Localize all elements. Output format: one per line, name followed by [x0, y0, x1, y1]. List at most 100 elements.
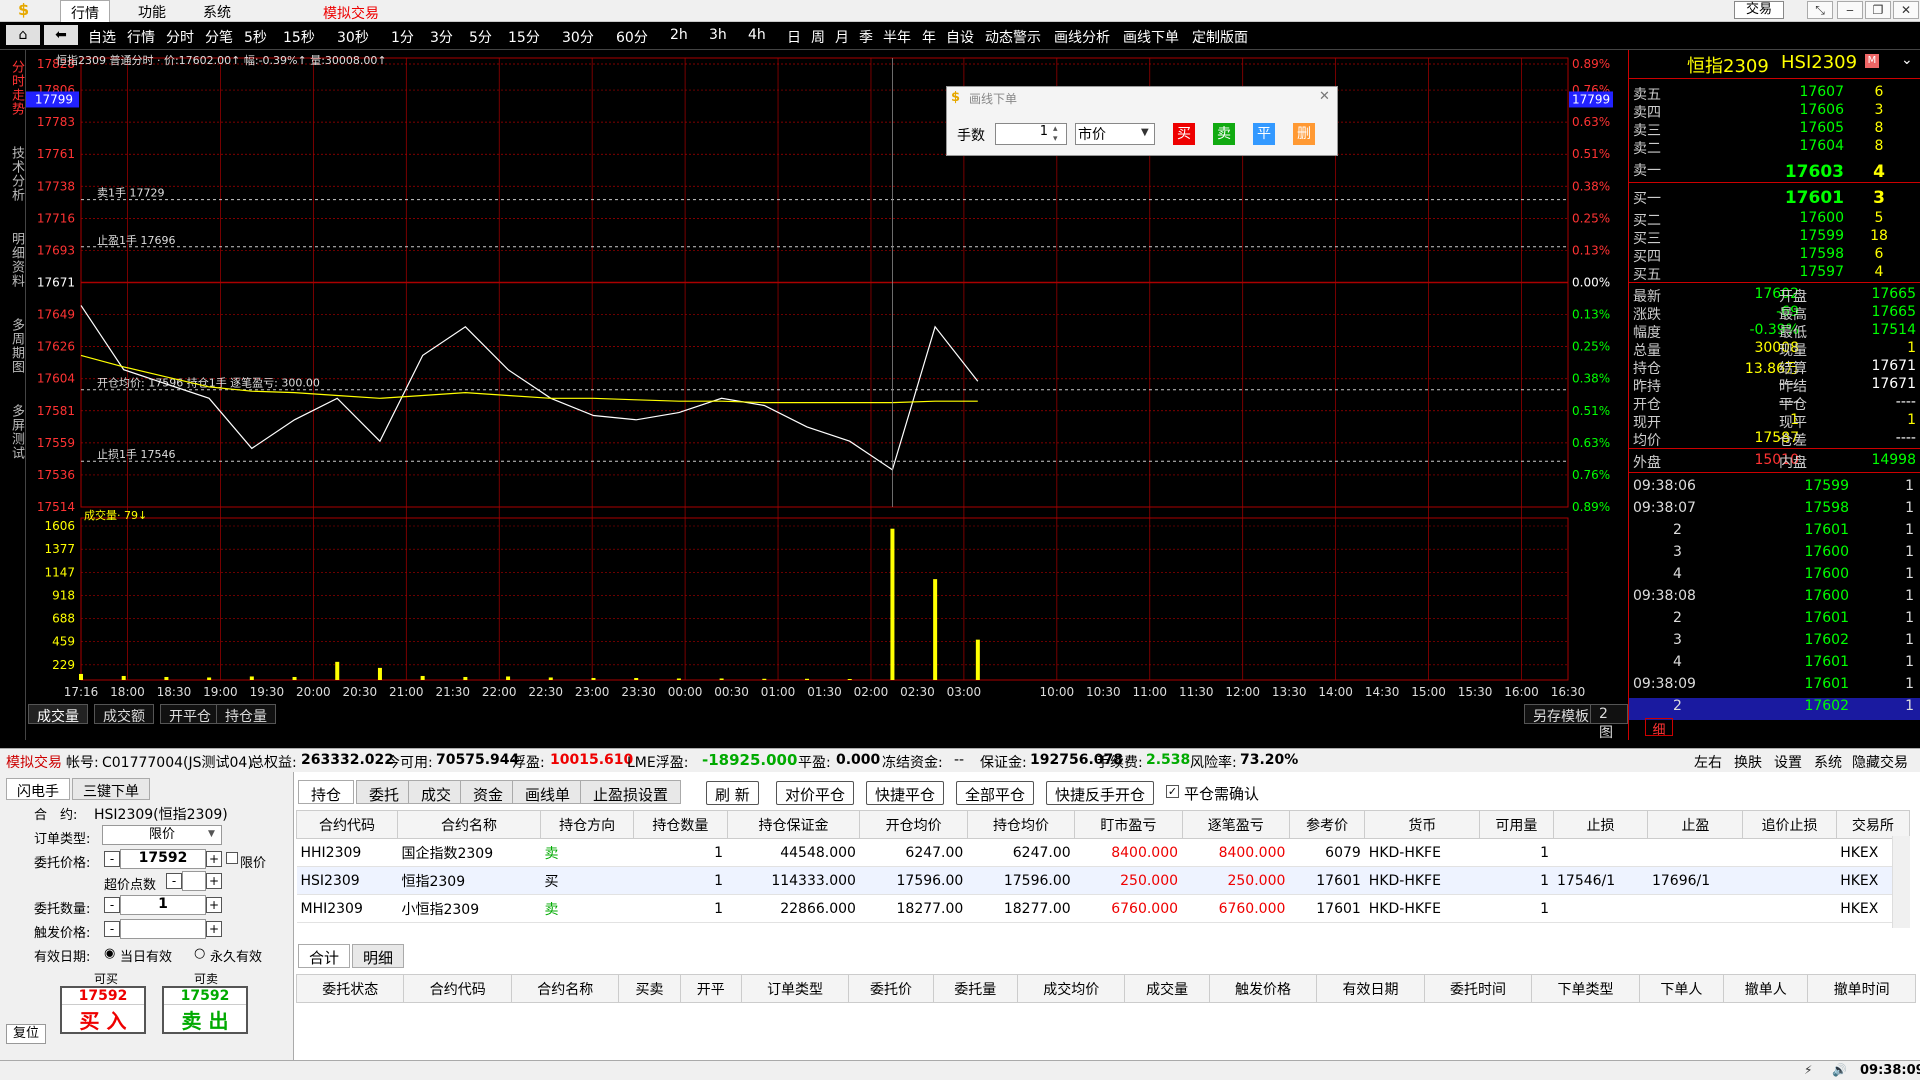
pos-col-header[interactable]: 可用量 [1479, 810, 1554, 839]
pos-col-header[interactable]: 持仓数量 [633, 810, 728, 839]
home-icon[interactable]: ⌂ [6, 25, 40, 45]
order-col-header[interactable]: 买卖 [618, 974, 681, 1003]
toolbar-item-0[interactable]: 自选 [88, 27, 116, 47]
tick-row[interactable]: 09:38:06 17599 1 [1629, 478, 1920, 500]
tick-row[interactable]: 3 17600 1 [1629, 544, 1920, 566]
tab-three-key-order[interactable]: 三键下单 [72, 778, 150, 800]
qty-minus-button[interactable]: - [104, 897, 120, 913]
bid-row[interactable]: 买二 17600 5 [1629, 210, 1920, 229]
dialog-delete-button[interactable]: 删 [1293, 123, 1315, 145]
timeshare-chart[interactable]: 17828 0.89% 17806 0.76% 17783 0.63% 17761 0.51%… [26, 50, 1628, 740]
close-icon[interactable]: ✕ [1893, 1, 1919, 19]
limit-checkbox[interactable] [226, 852, 238, 864]
pos-col-header[interactable]: 追价止损 [1742, 810, 1837, 839]
pos-col-header[interactable]: 持仓均价 [966, 810, 1076, 839]
tab-summary[interactable]: 合计 [298, 944, 351, 968]
toolbar-item-11[interactable]: 30分 [562, 27, 594, 47]
tick-row[interactable]: 2 17601 1 [1629, 610, 1920, 632]
detail-tab[interactable]: 细 [1645, 718, 1673, 738]
order-col-header[interactable]: 合约代码 [403, 974, 512, 1003]
expand-icon[interactable]: ⌄ [1901, 52, 1913, 68]
order-col-header[interactable]: 开平 [679, 974, 742, 1003]
bid-row[interactable]: 买一 17601 3 [1629, 188, 1920, 208]
maximize-icon[interactable]: ❐ [1865, 1, 1891, 19]
order-col-header[interactable]: 委托时间 [1423, 974, 1533, 1003]
order-col-header[interactable]: 下单类型 [1531, 974, 1640, 1003]
toolbar-item-7[interactable]: 1分 [391, 27, 414, 47]
over-points-input[interactable] [182, 871, 206, 891]
order-col-header[interactable]: 下单人 [1638, 974, 1725, 1003]
tab-detail[interactable]: 明细 [352, 944, 405, 968]
toolbar-item-25[interactable]: 画线下单 [1123, 27, 1179, 47]
order-col-header[interactable]: 委托价 [848, 974, 934, 1003]
trigger-plus-button[interactable]: + [206, 921, 222, 937]
back-arrow-icon[interactable]: ⬅ [44, 25, 78, 45]
toolbar-item-8[interactable]: 3分 [430, 27, 453, 47]
over-plus-button[interactable]: + [206, 873, 222, 889]
positions-scrollbar[interactable] [1892, 836, 1910, 928]
quick-reverse-button[interactable]: 快捷反手开仓 [1046, 781, 1155, 805]
trade-button[interactable]: 交易 [1734, 1, 1784, 19]
toolbar-item-17[interactable]: 周 [811, 27, 825, 47]
over-minus-button[interactable]: - [166, 873, 182, 889]
toolbar-item-15[interactable]: 4h [748, 27, 766, 43]
tick-row[interactable]: 09:38:08 17600 1 [1629, 588, 1920, 610]
skin-button[interactable]: 换肤 [1734, 752, 1762, 772]
menu-tab-functions[interactable]: 功能 [128, 0, 176, 22]
menu-tab-quotes[interactable]: 行情 [60, 0, 110, 22]
order-col-header[interactable]: 订单类型 [740, 974, 850, 1003]
tick-row[interactable]: 09:38:07 17598 1 [1629, 500, 1920, 522]
pos-col-header[interactable]: 合约名称 [396, 810, 541, 839]
restore-icon[interactable]: ⤡ [1807, 1, 1833, 19]
order-col-header[interactable]: 成交量 [1124, 974, 1210, 1003]
subtab-openinterest[interactable]: 持仓量 [216, 704, 276, 725]
dialog-buy-button[interactable]: 买 [1173, 123, 1195, 145]
toolbar-item-22[interactable]: 自设 [946, 27, 974, 47]
menu-tab-system[interactable]: 系统 [193, 0, 241, 22]
bid-row[interactable]: 买三 17599 18 [1629, 228, 1920, 247]
save-template-button[interactable]: 另存模板 [1524, 704, 1598, 725]
pos-col-header[interactable]: 开仓均价 [859, 810, 968, 839]
toolbar-item-23[interactable]: 动态警示 [985, 27, 1041, 47]
qty-form-input[interactable]: 1 [120, 895, 206, 915]
tick-row[interactable]: 2 17602 1 [1629, 698, 1920, 720]
toolbar-item-10[interactable]: 15分 [508, 27, 540, 47]
pos-col-header[interactable]: 持仓方向 [539, 810, 635, 839]
chart-canvas[interactable]: 17828 0.89%17806 0.76%17783 0.63%17761 0.51%… [26, 50, 1628, 740]
refresh-button[interactable]: 刷 新 [706, 781, 759, 805]
quick-close-button[interactable]: 快捷平仓 [866, 781, 945, 805]
subtab-volume[interactable]: 成交量 [28, 704, 88, 725]
order-col-header[interactable]: 撤单时间 [1807, 974, 1916, 1003]
tab-fills[interactable]: 成交 [408, 780, 465, 804]
dialog-sell-button[interactable]: 卖 [1213, 123, 1235, 145]
pos-col-header[interactable]: 交易所 [1835, 810, 1911, 839]
toolbar-item-6[interactable]: 30秒 [337, 27, 369, 47]
flag-icon[interactable]: M [1865, 54, 1879, 68]
tick-row[interactable]: 3 17602 1 [1629, 632, 1920, 654]
toolbar-item-9[interactable]: 5分 [469, 27, 492, 47]
order-col-header[interactable]: 委托量 [932, 974, 1018, 1003]
order-col-header[interactable]: 成交均价 [1016, 974, 1126, 1003]
toolbar-item-13[interactable]: 2h [670, 27, 688, 43]
order-col-header[interactable]: 撤单人 [1723, 974, 1809, 1003]
toolbar-item-24[interactable]: 画线分析 [1054, 27, 1110, 47]
close-all-button[interactable]: 全部平仓 [956, 781, 1035, 805]
trigger-minus-button[interactable]: - [104, 921, 120, 937]
radio-unchecked-icon[interactable]: ○ [194, 946, 205, 961]
counter-close-button[interactable]: 对价平仓 [776, 781, 855, 805]
price-minus-button[interactable]: - [104, 851, 120, 867]
dialog-close-icon[interactable]: ✕ [1319, 89, 1330, 104]
toolbar-item-21[interactable]: 年 [922, 27, 936, 47]
tab-positions[interactable]: 持仓 [298, 780, 355, 804]
ltab-timeshare[interactable]: 分时走势 [2, 60, 24, 116]
toolbar-item-19[interactable]: 季 [859, 27, 873, 47]
position-row[interactable]: HSI2309 恒指2309 买 1 114333.000 17596.00 17596.0… [296, 866, 1910, 895]
trigger-input[interactable] [120, 919, 206, 939]
layout-lr-button[interactable]: 左右 [1694, 752, 1722, 772]
tick-row[interactable]: 09:38:09 17601 1 [1629, 676, 1920, 698]
order-col-header[interactable]: 有效日期 [1316, 974, 1425, 1003]
toolbar-item-3[interactable]: 分笔 [205, 27, 233, 47]
dialog-close-position-button[interactable]: 平 [1253, 123, 1275, 145]
toolbar-item-18[interactable]: 月 [835, 27, 849, 47]
ordertype-select[interactable]: 限价 [102, 825, 222, 845]
